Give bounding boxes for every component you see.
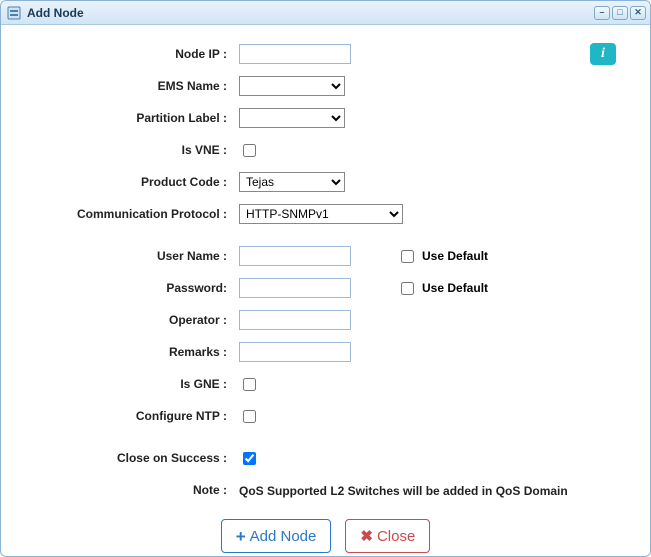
is-vne-checkbox[interactable] bbox=[243, 144, 256, 157]
configure-ntp-checkbox[interactable] bbox=[243, 410, 256, 423]
titlebar[interactable]: Add Node – □ ✕ bbox=[1, 1, 650, 25]
remarks-input[interactable] bbox=[239, 342, 351, 362]
add-node-button[interactable]: + Add Node bbox=[221, 519, 332, 553]
configure-ntp-label: Configure NTP : bbox=[29, 409, 239, 423]
add-node-button-label: Add Node bbox=[250, 528, 317, 545]
ems-name-select[interactable] bbox=[239, 76, 345, 96]
info-button[interactable]: i bbox=[590, 43, 616, 65]
is-gne-label: Is GNE : bbox=[29, 377, 239, 391]
close-button[interactable]: ✖ Close bbox=[345, 519, 430, 553]
close-button-label: Close bbox=[377, 528, 415, 545]
minimize-icon: – bbox=[599, 8, 604, 17]
node-ip-label: Node IP : bbox=[29, 47, 239, 61]
content-area: i Node IP : EMS Name : Partition Label :… bbox=[1, 25, 650, 557]
window-close-icon: ✕ bbox=[634, 8, 642, 17]
maximize-icon: □ bbox=[617, 8, 622, 17]
close-icon: ✖ bbox=[360, 529, 373, 544]
close-on-success-label: Close on Success : bbox=[29, 451, 239, 465]
add-node-window: Add Node – □ ✕ i Node IP : EMS Name : Pa… bbox=[0, 0, 651, 557]
remarks-label: Remarks : bbox=[29, 345, 239, 359]
ems-name-label: EMS Name : bbox=[29, 79, 239, 93]
use-default-user-checkbox[interactable] bbox=[401, 250, 414, 263]
use-default-pass-checkbox[interactable] bbox=[401, 282, 414, 295]
minimize-button[interactable]: – bbox=[594, 6, 610, 20]
operator-input[interactable] bbox=[239, 310, 351, 330]
use-default-user-label: Use Default bbox=[422, 249, 488, 263]
user-name-input[interactable] bbox=[239, 246, 351, 266]
close-on-success-checkbox[interactable] bbox=[243, 452, 256, 465]
comm-protocol-select[interactable]: HTTP-SNMPv1 bbox=[239, 204, 403, 224]
window-buttons: – □ ✕ bbox=[594, 6, 646, 20]
is-vne-label: Is VNE : bbox=[29, 143, 239, 157]
product-code-select[interactable]: Tejas bbox=[239, 172, 345, 192]
password-input[interactable] bbox=[239, 278, 351, 298]
button-row: + Add Node ✖ Close bbox=[29, 519, 622, 553]
maximize-button[interactable]: □ bbox=[612, 6, 628, 20]
user-name-label: User Name : bbox=[29, 249, 239, 263]
node-ip-input[interactable] bbox=[239, 44, 351, 64]
use-default-pass-label: Use Default bbox=[422, 281, 488, 295]
window-title: Add Node bbox=[27, 6, 594, 20]
form: Node IP : EMS Name : Partition Label : I… bbox=[29, 43, 622, 553]
app-icon bbox=[7, 6, 21, 20]
product-code-label: Product Code : bbox=[29, 175, 239, 189]
window-close-button[interactable]: ✕ bbox=[630, 6, 646, 20]
is-gne-checkbox[interactable] bbox=[243, 378, 256, 391]
plus-icon: + bbox=[236, 528, 246, 545]
info-icon: i bbox=[601, 46, 605, 62]
operator-label: Operator : bbox=[29, 313, 239, 327]
partition-label-select[interactable] bbox=[239, 108, 345, 128]
note-text: QoS Supported L2 Switches will be added … bbox=[239, 482, 568, 498]
password-label: Password: bbox=[29, 281, 239, 295]
comm-protocol-label: Communication Protocol : bbox=[29, 207, 239, 221]
note-label: Note : bbox=[29, 483, 239, 497]
partition-label-label: Partition Label : bbox=[29, 111, 239, 125]
